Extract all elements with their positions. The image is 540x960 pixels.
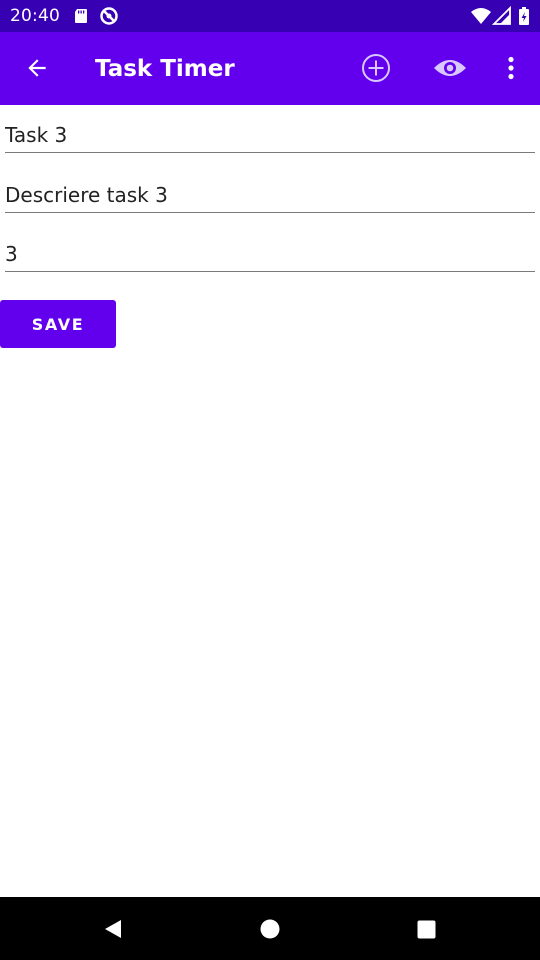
task-description-input[interactable] [5, 182, 535, 208]
nav-recents-button[interactable] [406, 909, 446, 949]
page-title: Task Timer [95, 56, 235, 82]
home-circle-icon [260, 919, 280, 939]
system-nav-bar [0, 897, 540, 960]
status-time: 20:40 [10, 6, 60, 26]
add-circle-icon [362, 54, 390, 82]
show-durations-button[interactable] [426, 44, 474, 92]
overflow-menu-button[interactable] [487, 44, 535, 92]
status-bar: 20:40 [0, 0, 540, 32]
nav-home-button[interactable] [250, 909, 290, 949]
app-bar: Task Timer [0, 32, 540, 105]
no-disturb-icon [100, 7, 118, 25]
task-sort-order-input[interactable] [5, 241, 535, 267]
task-sort-order-field [5, 224, 535, 272]
wifi-icon [471, 8, 491, 24]
sd-card-icon [75, 9, 87, 23]
overflow-menu-icon [508, 56, 514, 80]
signal-icon [492, 6, 511, 25]
task-name-field [5, 105, 535, 153]
save-button[interactable]: SAVE [0, 300, 116, 348]
recents-square-icon [417, 920, 435, 938]
task-description-field [5, 165, 535, 213]
back-triangle-icon [105, 920, 121, 938]
nav-back-button[interactable] [93, 909, 133, 949]
back-arrow-icon [28, 59, 46, 77]
add-task-button[interactable] [352, 44, 400, 92]
back-button[interactable] [13, 44, 61, 92]
eye-icon [434, 60, 466, 76]
task-name-input[interactable] [5, 122, 535, 148]
battery-icon [519, 7, 529, 25]
